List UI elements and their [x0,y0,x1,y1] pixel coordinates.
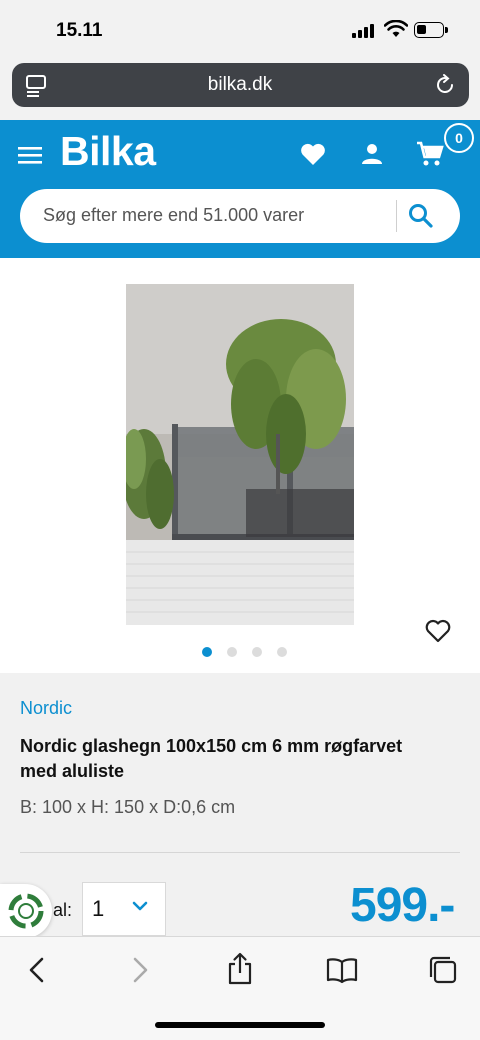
product-image[interactable] [126,284,354,625]
bookmarks-icon[interactable] [326,956,358,984]
carousel-dot[interactable] [202,647,212,657]
wifi-icon [384,20,408,37]
product-title: Nordic glashegn 100x150 cm 6 mm røgfarve… [20,736,403,781]
quantity-label: al: [53,900,73,920]
battery-icon [414,22,448,38]
divider [20,852,460,853]
carousel-dot[interactable] [252,647,262,657]
image-carousel-dots[interactable] [202,647,287,657]
back-icon[interactable] [27,956,47,984]
search-input[interactable]: Søg efter mere end 51.000 varer [43,205,304,226]
heart-icon[interactable] [300,142,326,166]
product-brand-link[interactable]: Nordic [20,698,72,719]
cart-icon[interactable] [416,140,444,168]
status-time: 15.11 [56,20,103,41]
tabs-overview-icon[interactable] [428,955,458,985]
share-icon[interactable] [227,952,253,986]
menu-icon[interactable] [18,146,42,164]
cart-count-badge: 0 [444,123,474,153]
product-dimensions: B: 100 x H: 150 x D:0,6 cm [20,797,236,817]
carousel-dot[interactable] [227,647,237,657]
quantity-value[interactable]: 1 [92,896,104,922]
tabs-icon[interactable] [25,74,47,98]
logo[interactable]: Bilka [60,128,156,175]
search-icon[interactable] [407,202,435,230]
home-indicator [155,1022,325,1028]
url-text[interactable]: bilka.dk [0,63,480,107]
eco-badge[interactable] [0,884,52,938]
wishlist-heart-icon[interactable] [424,618,452,644]
chevron-down-icon[interactable] [131,900,149,912]
eco-icon [8,893,44,929]
forward-icon[interactable] [130,956,150,984]
product-price: 599.- [350,879,455,932]
signal-icon [352,24,374,38]
search-divider [396,200,397,232]
carousel-dot[interactable] [277,647,287,657]
reload-icon[interactable] [434,74,456,96]
user-icon[interactable] [360,142,384,166]
